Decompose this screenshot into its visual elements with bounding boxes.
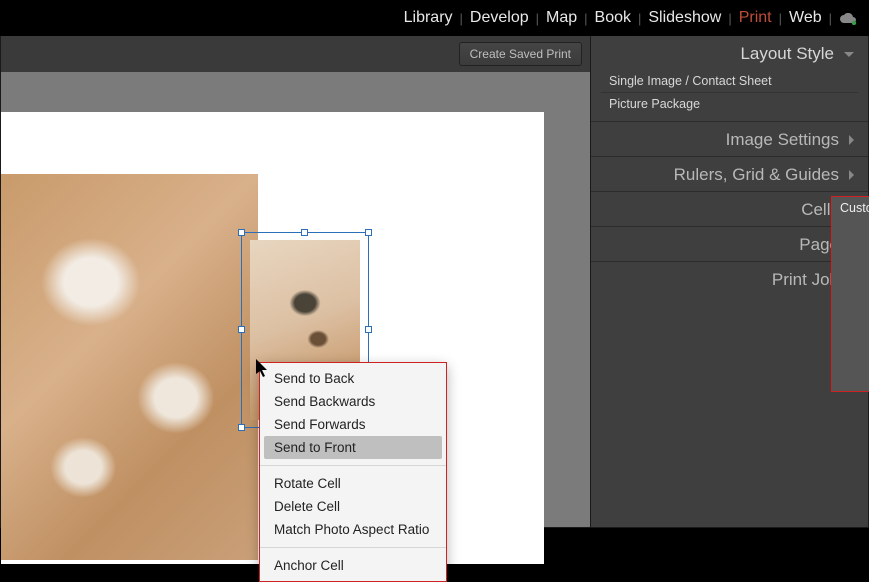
module-slideshow[interactable]: Slideshow	[642, 9, 727, 27]
module-web[interactable]: Web	[783, 9, 828, 27]
menu-send-to-front[interactable]: Send to Front	[264, 436, 442, 459]
module-book[interactable]: Book	[589, 9, 637, 27]
context-menu: Send to Back Send Backwards Send Forward…	[259, 362, 447, 582]
menu-separator	[260, 547, 446, 548]
print-canvas-area: Create Saved Print Send to Back Send	[0, 36, 591, 528]
resize-handle-ml[interactable]	[238, 326, 245, 333]
panel-header-page[interactable]: Page	[591, 226, 868, 261]
menu-match-aspect[interactable]: Match Photo Aspect Ratio	[260, 518, 446, 541]
right-panel: Layout Style Single Image / Contact Shee…	[591, 36, 869, 528]
panel-header-print-job[interactable]: Print Job	[591, 261, 868, 296]
menu-anchor-cell[interactable]: Anchor Cell	[260, 554, 446, 577]
resize-handle-mr[interactable]	[365, 326, 372, 333]
create-saved-print-button[interactable]: Create Saved Print	[459, 42, 582, 66]
panel-header-cells[interactable]: Cells	[591, 191, 868, 226]
menu-send-forwards[interactable]: Send Forwards	[260, 413, 446, 436]
layout-style-options: Single Image / Contact Sheet Picture Pac…	[591, 70, 868, 121]
menu-send-to-back[interactable]: Send to Back	[260, 367, 446, 390]
layout-option-single[interactable]: Single Image / Contact Sheet	[601, 70, 858, 92]
resize-handle-tm[interactable]	[301, 229, 308, 236]
layout-option-picture-package[interactable]: Picture Package	[601, 92, 858, 115]
module-print[interactable]: Print	[733, 9, 778, 27]
chevron-down-icon	[844, 52, 854, 57]
menu-separator	[260, 465, 446, 466]
chevron-left-icon	[849, 135, 854, 145]
panel-header-rulers-grid[interactable]: Rulers, Grid & Guides	[591, 156, 868, 191]
layout-option-custom-package[interactable]: Custom Package	[831, 196, 869, 392]
module-picker: Library | Develop | Map | Book | Slidesh…	[0, 0, 869, 36]
module-develop[interactable]: Develop	[464, 9, 535, 27]
panel-header-layout-style[interactable]: Layout Style	[591, 36, 868, 70]
photo-cell-1[interactable]	[1, 174, 258, 560]
menu-send-backwards[interactable]: Send Backwards	[260, 390, 446, 413]
resize-handle-bl[interactable]	[238, 424, 245, 431]
module-library[interactable]: Library	[398, 9, 459, 27]
menu-rotate-cell[interactable]: Rotate Cell	[260, 472, 446, 495]
panel-header-image-settings[interactable]: Image Settings	[591, 121, 868, 156]
resize-handle-tl[interactable]	[238, 229, 245, 236]
resize-handle-tr[interactable]	[365, 229, 372, 236]
sync-cloud-icon[interactable]	[839, 12, 857, 24]
chevron-left-icon	[849, 170, 854, 180]
canvas-viewport[interactable]: Send to Back Send Backwards Send Forward…	[1, 72, 590, 527]
menu-delete-cell[interactable]: Delete Cell	[260, 495, 446, 518]
module-map[interactable]: Map	[540, 9, 583, 27]
